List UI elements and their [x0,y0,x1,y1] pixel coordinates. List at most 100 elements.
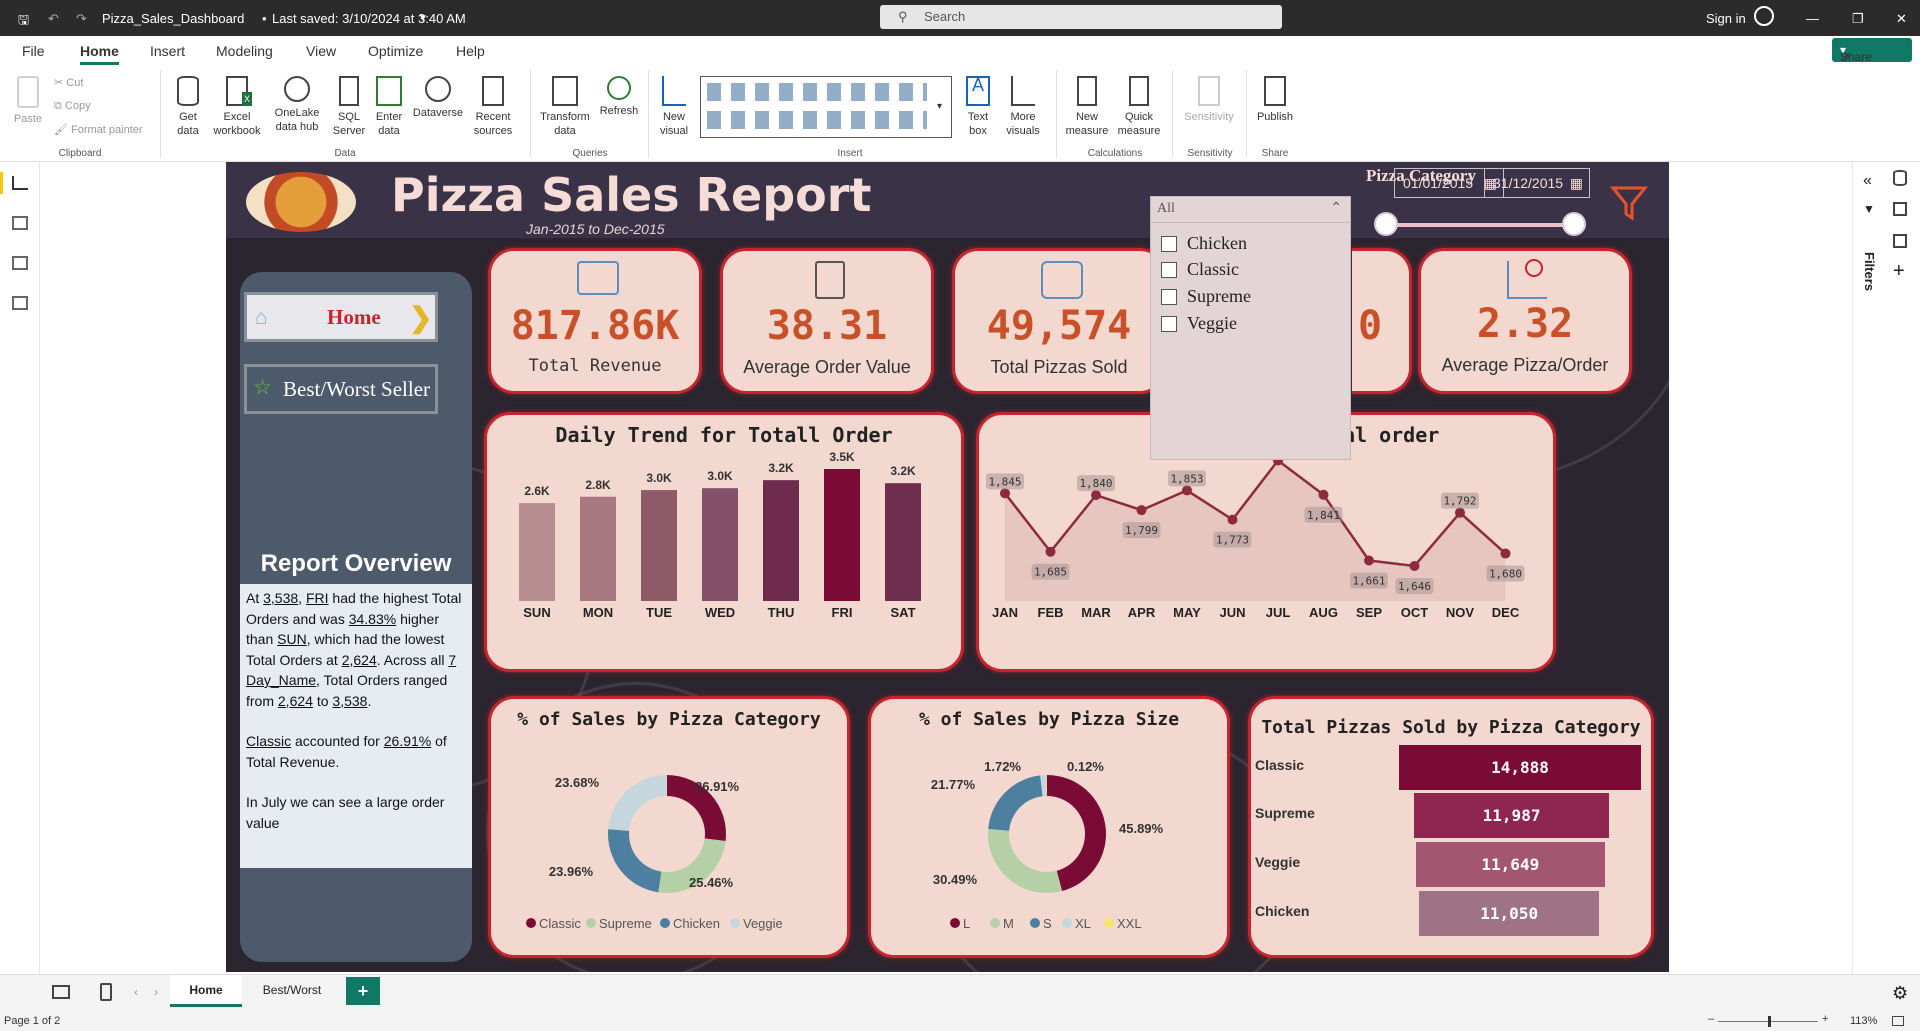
tick-label: SAT [890,605,915,620]
slicer-option-supreme[interactable]: Supreme [1151,284,1350,310]
filters-label[interactable]: Filters [1862,252,1877,291]
menu-help[interactable]: Help [456,43,485,59]
slicer-selected-field[interactable]: All ⌃ [1151,197,1350,223]
menu-insert[interactable]: Insert [150,43,185,59]
menu-file[interactable]: File [22,43,45,59]
date-slider-track[interactable] [1386,223,1586,227]
desktop-layout-icon[interactable] [52,985,70,999]
add-page-button[interactable]: + [346,977,380,1005]
recent-label-2: sources [473,125,513,137]
report-view-icon[interactable] [12,176,28,190]
transform-label: Transform [540,111,590,123]
format-painter-button[interactable]: 🖌 Format painter [54,123,143,136]
funnel-filter-icon[interactable] [1610,184,1648,222]
redo-icon[interactable]: ↷ [76,11,87,27]
visualizations-gallery[interactable]: ▾ [700,76,952,138]
date-slider-start-handle[interactable] [1374,212,1398,236]
sql-server-button[interactable]: SQL Server [330,76,368,138]
copy-button[interactable]: ⧉ Copy [54,100,91,113]
publish-button[interactable]: Publish [1252,76,1298,124]
chevron-down-icon[interactable]: ▼ [418,13,428,24]
zoom-in-icon[interactable]: + [1822,1013,1828,1025]
quick-measure-button[interactable]: Quick measure [1114,76,1164,138]
menu-modeling[interactable]: Modeling [216,43,273,59]
visual-icons-row-1[interactable] [707,83,927,101]
data-label: 3.2K [768,461,794,475]
more-visuals-button[interactable]: More visuals [998,76,1048,138]
menu-optimize[interactable]: Optimize [368,43,423,59]
checkbox[interactable] [1161,236,1177,252]
menu-view[interactable]: View [306,43,336,59]
collapse-chevron-icon[interactable]: « [1863,172,1872,190]
gallery-expand-icon[interactable]: ▾ [937,101,942,112]
date-slider-end-handle[interactable] [1562,212,1586,236]
calendar-icon[interactable]: ▦ [1570,169,1583,197]
transform-data-button[interactable]: Transform data [536,76,594,138]
onelake-button[interactable]: OneLake data hub [268,76,326,134]
signin-link[interactable]: Sign in [1706,11,1746,26]
excel-label-2: workbook [213,125,261,137]
checkbox[interactable] [1161,262,1177,278]
restore-icon[interactable]: ❐ [1852,11,1864,27]
ov-value: 2,624 [341,651,377,668]
mobile-layout-icon[interactable] [100,983,112,1001]
category-label: Veggie [1255,854,1301,870]
prev-page-icon[interactable]: ‹ [134,985,138,999]
tick-label: JUN [1219,605,1245,620]
new-measure-button[interactable]: New measure [1062,76,1112,138]
format-pane-icon[interactable] [1893,202,1907,216]
sensitivity-button[interactable]: Sensitivity [1178,76,1240,124]
close-icon[interactable]: ✕ [1896,11,1907,27]
search-box[interactable]: ⚲ Search [880,5,1282,29]
cut-button[interactable]: ✂ Cut [54,76,83,89]
nav-home-button[interactable]: ⌂ Home ❯ [244,292,438,342]
dataverse-button[interactable]: Dataverse [410,76,466,120]
category-slicer-dropdown[interactable]: All ⌃ Chicken Classic Supreme Veggie [1150,196,1351,460]
tab-home[interactable]: Home [170,975,242,1007]
checkbox[interactable] [1161,316,1177,332]
menu-home[interactable]: Home [80,43,119,65]
zoom-slider-handle[interactable] [1768,1016,1771,1027]
text-box-button[interactable]: A Text box [958,76,998,138]
nav-best-worst-button[interactable]: ☆ Best/Worst Seller [244,364,438,414]
page-tabs-bar: ‹ › Home Best/Worst + ⚙ [0,974,1920,1012]
get-data-button[interactable]: Get data [168,76,208,138]
data-pane-icon[interactable] [1893,170,1907,186]
next-page-icon[interactable]: › [154,985,158,999]
divider [1246,70,1247,158]
bullet: • [262,11,267,26]
new-visual-button[interactable]: New visual [654,76,694,138]
paste-button[interactable]: Paste [10,76,46,126]
enter-data-button[interactable]: Enter data [370,76,408,138]
share-button[interactable]: ↗ Share ▾ [1832,38,1912,64]
status-bar: Page 1 of 2 – + 113% [0,1012,1920,1031]
visualizations-pane-icon[interactable] [1893,234,1907,248]
recent-sources-button[interactable]: Recent sources [466,76,520,138]
dax-query-icon[interactable] [12,296,28,310]
refresh-button[interactable]: Refresh [596,76,642,118]
data-label: 1,685 [1034,566,1067,579]
fit-to-page-icon[interactable] [1892,1016,1904,1026]
bar-supreme: 11,987 [1414,793,1609,838]
save-icon[interactable]: 🖫 [18,11,29,33]
avatar-icon[interactable] [1754,6,1774,26]
slicer-option-classic[interactable]: Classic [1151,257,1350,283]
checkbox[interactable] [1161,289,1177,305]
undo-icon[interactable]: ↶ [48,11,59,27]
chevron-up-icon[interactable]: ⌃ [1330,200,1342,217]
date-to-input[interactable]: 31/12/2015 ▦ [1484,168,1590,198]
settings-gear-icon[interactable]: ⚙ [1892,983,1908,1004]
add-pane-icon[interactable]: + [1893,260,1905,283]
slicer-option-chicken[interactable]: Chicken [1151,231,1350,257]
minimize-icon[interactable]: — [1806,11,1819,26]
table-view-icon[interactable] [12,216,28,230]
slicer-option-veggie[interactable]: Veggie [1151,311,1350,337]
visual-icons-row-2[interactable] [707,111,927,129]
model-view-icon[interactable] [12,256,28,270]
excel-workbook-button[interactable]: X Excel workbook [210,76,264,138]
filter-icon[interactable]: ▼ [1863,202,1875,216]
zoom-out-icon[interactable]: – [1708,1013,1714,1025]
data-label: 0.12% [1067,759,1104,774]
sensitivity-icon [1198,76,1220,106]
tab-best-worst[interactable]: Best/Worst [244,975,340,1007]
